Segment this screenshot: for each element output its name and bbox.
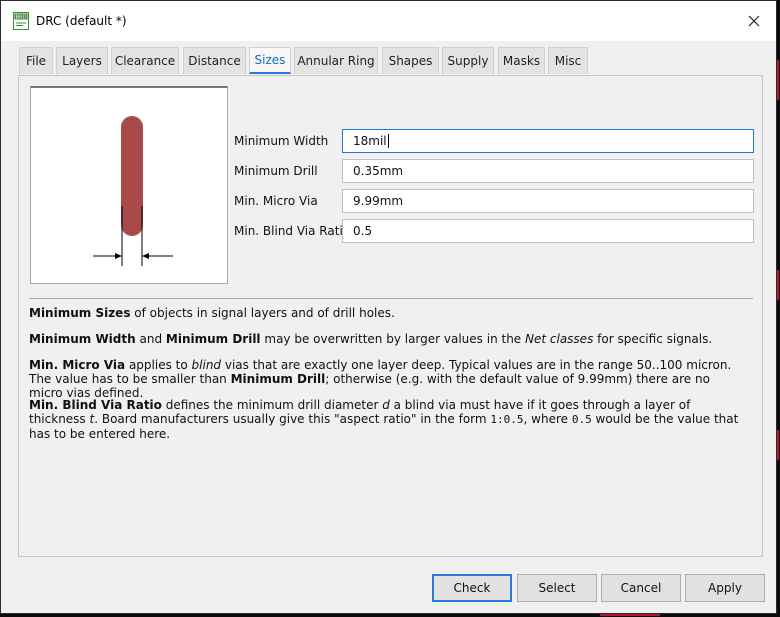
cancel-button[interactable]: Cancel: [601, 574, 681, 602]
tab-clearance[interactable]: Clearance: [111, 47, 179, 74]
check-button[interactable]: Check: [432, 574, 512, 602]
background-pcb-line: [777, 60, 779, 100]
background-pcb-line: [777, 270, 779, 300]
wire-shape: [121, 116, 143, 236]
minimum-width-label: Minimum Width: [234, 134, 329, 148]
wire-width-preview: [30, 86, 228, 284]
tab-layers[interactable]: Layers: [56, 47, 108, 74]
title-bar: BRD DRC (default *): [1, 1, 776, 41]
tab-masks[interactable]: Masks: [498, 47, 545, 74]
drc-dialog: BRD DRC (default *) File Layers Clearanc…: [0, 0, 777, 614]
description-micro-via: Min. Micro Via applies to blind vias tha…: [29, 358, 732, 400]
close-icon: [748, 15, 760, 27]
minimum-drill-field[interactable]: 0.35mm: [342, 159, 754, 183]
select-button[interactable]: Select: [517, 574, 597, 602]
arrowhead-right-icon: [115, 253, 122, 259]
svg-text:BRD: BRD: [16, 15, 27, 21]
tab-distance[interactable]: Distance: [183, 47, 246, 74]
description-sizes: Minimum Sizes of objects in signal layer…: [29, 306, 395, 320]
min-micro-via-label: Min. Micro Via: [234, 194, 318, 208]
tab-file[interactable]: File: [19, 47, 53, 74]
min-blind-via-ratio-label: Min. Blind Via Ratio: [234, 224, 351, 238]
tab-annular-ring[interactable]: Annular Ring: [294, 47, 378, 74]
tab-sizes[interactable]: Sizes: [249, 47, 291, 74]
tab-misc[interactable]: Misc: [548, 47, 588, 74]
minimum-drill-label: Minimum Drill: [234, 164, 318, 178]
min-width-diagram: [93, 116, 173, 266]
close-button[interactable]: [732, 1, 776, 41]
minimum-width-field[interactable]: 18mil: [342, 129, 754, 153]
apply-button[interactable]: Apply: [685, 574, 765, 602]
background-pcb-line: [600, 614, 660, 616]
background-pcb-line: [777, 430, 779, 460]
text-caret: [387, 134, 389, 148]
description-blind-via-ratio: Min. Blind Via Ratio defines the minimum…: [29, 398, 739, 441]
board-app-icon: BRD: [13, 12, 29, 30]
description-width-drill: Minimum Width and Minimum Drill may be o…: [29, 332, 713, 346]
tab-supply[interactable]: Supply: [442, 47, 494, 74]
sizes-panel: Minimum Width 18mil Minimum Drill 0.35mm…: [18, 75, 763, 557]
min-blind-via-ratio-field[interactable]: 0.5: [342, 219, 754, 243]
tab-shapes[interactable]: Shapes: [382, 47, 439, 74]
window-title: DRC (default *): [36, 14, 127, 28]
arrowhead-left-icon: [142, 253, 149, 259]
section-divider: [29, 298, 753, 299]
min-micro-via-field[interactable]: 9.99mm: [342, 189, 754, 213]
